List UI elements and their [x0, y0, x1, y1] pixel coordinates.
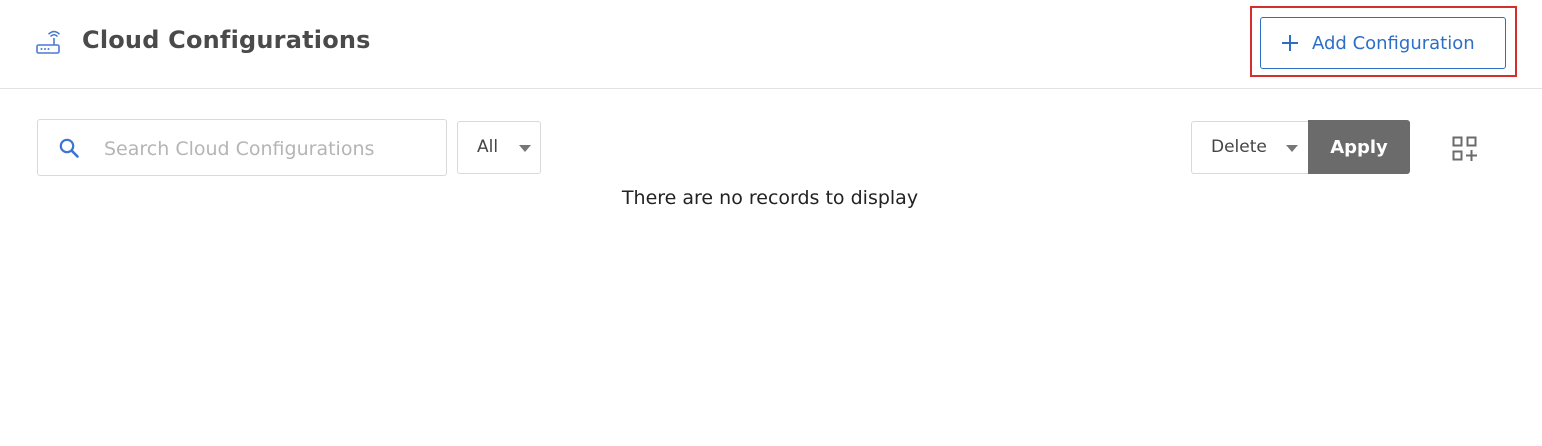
- search-input[interactable]: [102, 120, 436, 177]
- filter-select-value: All: [477, 137, 499, 157]
- search-box[interactable]: [37, 119, 447, 177]
- bulk-action-select[interactable]: Delete: [1191, 121, 1309, 174]
- router-wifi-icon: [36, 30, 61, 54]
- add-configuration-button[interactable]: Add Configuration: [1260, 17, 1506, 69]
- plus-icon: [1282, 35, 1298, 51]
- filter-select[interactable]: All: [457, 121, 541, 174]
- cloud-configurations-page: Cloud Configurations Add Configuration A…: [0, 0, 1542, 446]
- apply-button[interactable]: Apply: [1308, 120, 1410, 174]
- chevron-down-icon: [1286, 145, 1298, 152]
- page-header: Cloud Configurations Add Configuration: [0, 0, 1542, 89]
- grid-add-icon[interactable]: [1452, 136, 1477, 161]
- search-icon: [59, 138, 79, 158]
- empty-state-message: There are no records to display: [621, 187, 919, 209]
- add-configuration-label: Add Configuration: [1312, 32, 1475, 54]
- bulk-action-value: Delete: [1211, 137, 1267, 157]
- page-title: Cloud Configurations: [82, 26, 371, 54]
- chevron-down-icon: [519, 145, 531, 152]
